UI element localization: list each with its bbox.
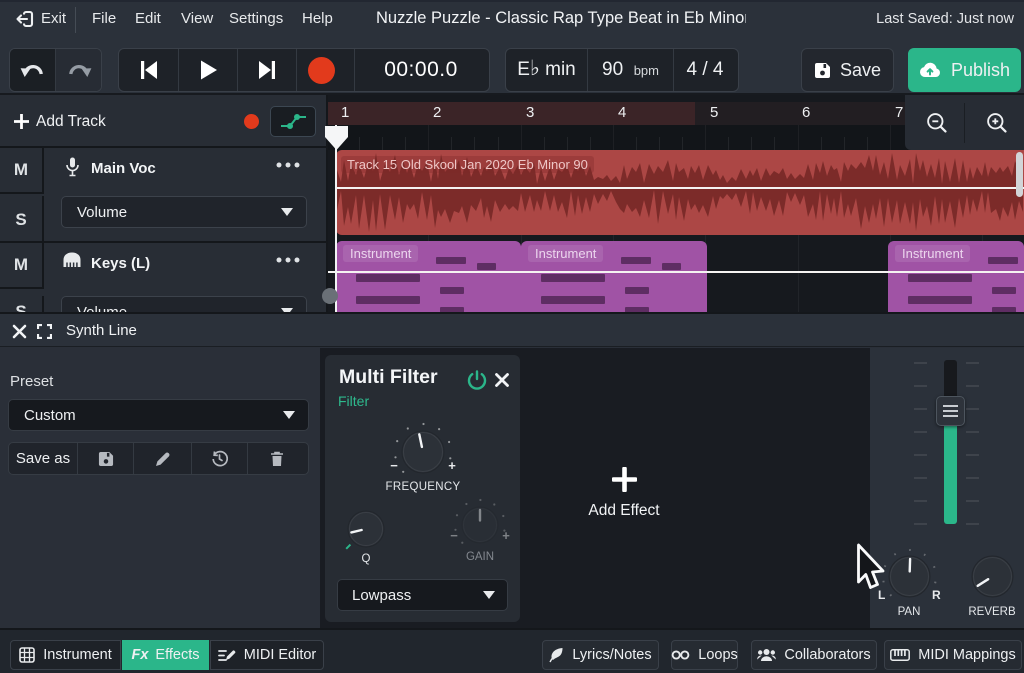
svg-text:+: + (502, 528, 510, 543)
svg-text:−: − (450, 528, 458, 543)
svg-text:−: − (390, 458, 398, 473)
svg-text:+: + (448, 458, 456, 473)
